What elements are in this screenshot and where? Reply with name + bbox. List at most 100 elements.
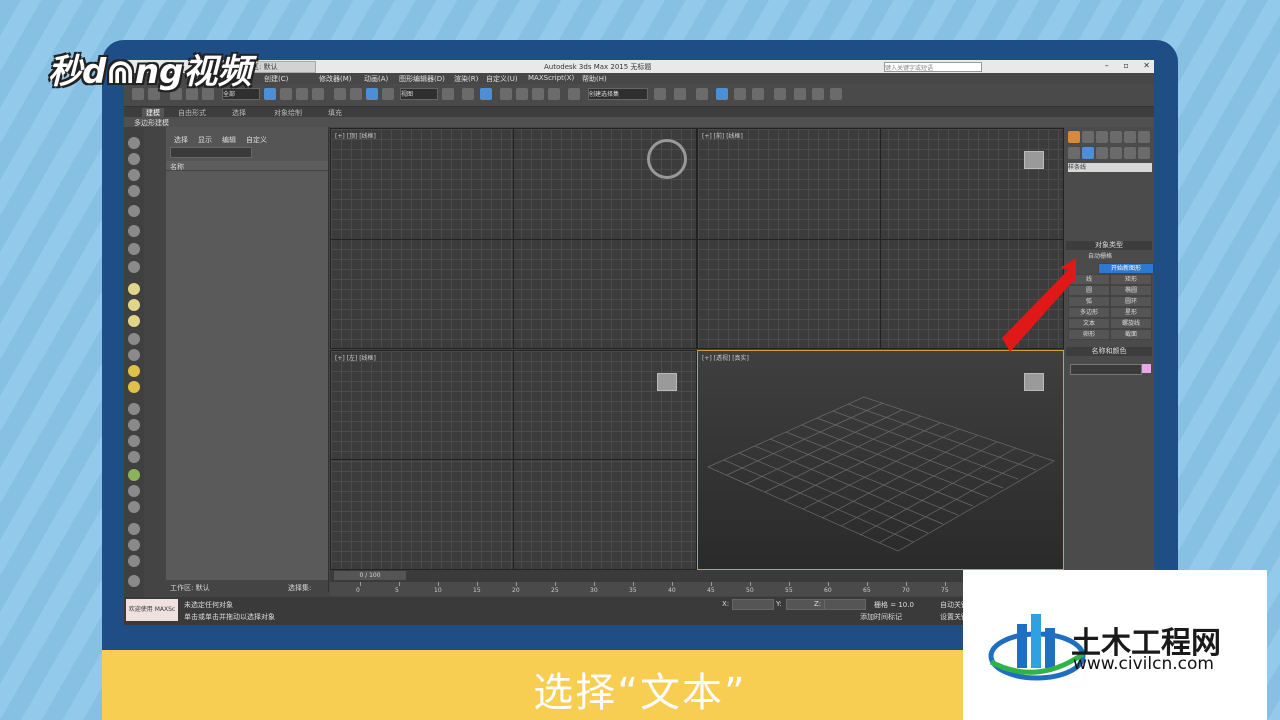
scene-find-input[interactable] xyxy=(170,147,252,158)
viewport-label[interactable]: [+] [左] [线框] xyxy=(335,353,376,362)
reference-coord-dropdown[interactable]: 视图 xyxy=(400,88,438,100)
close-icon[interactable]: ✕ xyxy=(1143,61,1150,70)
globe-icon[interactable] xyxy=(128,451,140,463)
omni-light-icon[interactable] xyxy=(128,381,140,393)
scene-menu-select[interactable]: 选择 xyxy=(174,135,188,145)
snaps-toggle-icon[interactable] xyxy=(500,88,512,100)
scene-menu-edit[interactable]: 编辑 xyxy=(222,135,236,145)
place-icon[interactable] xyxy=(382,88,394,100)
render-setup-icon[interactable] xyxy=(794,88,806,100)
systems-panel-icon[interactable] xyxy=(1138,147,1150,159)
scale-icon[interactable] xyxy=(366,88,378,100)
move-icon[interactable] xyxy=(334,88,346,100)
viewport-left[interactable]: [+] [左] [线框] xyxy=(330,350,697,570)
plant-icon[interactable] xyxy=(128,469,140,481)
helper-icon[interactable] xyxy=(128,225,140,237)
render-setup-side-icon[interactable] xyxy=(128,539,140,551)
x-coord-field[interactable] xyxy=(732,599,774,610)
start-new-shape-button[interactable]: 开始新图形 xyxy=(1098,263,1154,274)
box-icon[interactable] xyxy=(128,283,140,295)
star-button[interactable]: 星形 xyxy=(1110,307,1152,318)
toggle-icon[interactable] xyxy=(128,555,140,567)
pivot-icon[interactable] xyxy=(442,88,454,100)
geometry-icon[interactable] xyxy=(1068,147,1080,159)
lights-icon[interactable] xyxy=(1096,147,1108,159)
viewport-top[interactable]: [+] [顶] [线框] xyxy=(330,128,697,349)
window-crossing-icon[interactable] xyxy=(312,88,324,100)
donut-button[interactable]: 圆环 xyxy=(1110,296,1152,307)
character-icon[interactable] xyxy=(128,485,140,497)
layer-icon[interactable] xyxy=(128,169,140,181)
minimize-icon[interactable]: – xyxy=(1105,61,1109,70)
phone-icon[interactable] xyxy=(128,575,140,587)
viewcube-icon[interactable] xyxy=(1024,373,1044,391)
material-editor-icon[interactable] xyxy=(774,88,786,100)
hierarchy-tab-icon[interactable] xyxy=(1096,131,1108,143)
select-manipulate-icon[interactable] xyxy=(462,88,474,100)
object-type-rollout[interactable]: 对象类型 xyxy=(1066,241,1152,250)
scene-object-list[interactable] xyxy=(166,171,328,589)
hair-icon[interactable] xyxy=(128,403,140,415)
add-time-tag[interactable]: 添加时间标记 xyxy=(860,612,902,622)
paint-icon[interactable] xyxy=(128,419,140,431)
eye-icon[interactable] xyxy=(128,137,140,149)
display-tab-icon[interactable] xyxy=(1124,131,1136,143)
menu-help[interactable]: 帮助(H) xyxy=(582,74,607,84)
ellipse-button[interactable]: 椭圆 xyxy=(1110,285,1152,296)
maximize-icon[interactable]: ▫ xyxy=(1123,61,1128,70)
percent-snap-icon[interactable] xyxy=(532,88,544,100)
keyboard-shortcut-icon[interactable] xyxy=(480,88,492,100)
spinner-snap-icon[interactable] xyxy=(548,88,560,100)
search-input[interactable]: 键入关键字或短语 xyxy=(884,62,982,72)
scene-menu-customize[interactable]: 自定义 xyxy=(246,135,267,145)
y-coord-field[interactable] xyxy=(786,599,828,610)
menu-customize[interactable]: 自定义(U) xyxy=(486,74,518,84)
rotate-icon[interactable] xyxy=(350,88,362,100)
sphere-render-icon[interactable] xyxy=(128,523,140,535)
shape-category-dropdown[interactable]: 样条线 xyxy=(1068,163,1152,172)
crowd-icon[interactable] xyxy=(128,501,140,513)
menu-create[interactable]: 创建(C) xyxy=(264,74,288,84)
viewport-label[interactable]: [+] [前] [线框] xyxy=(702,131,743,140)
table-icon[interactable] xyxy=(128,185,140,197)
menu-maxscript[interactable]: MAXScript(X) xyxy=(528,74,574,82)
cylinder-icon[interactable] xyxy=(128,315,140,327)
viewcube-icon[interactable] xyxy=(647,139,687,179)
display-icon[interactable] xyxy=(128,153,140,165)
sphere-icon[interactable] xyxy=(128,299,140,311)
align-icon[interactable] xyxy=(674,88,686,100)
light-icon[interactable] xyxy=(128,205,140,217)
helpers-icon[interactable] xyxy=(1124,147,1136,159)
cone-icon[interactable] xyxy=(128,349,140,361)
mirror-icon[interactable] xyxy=(654,88,666,100)
biped-icon[interactable] xyxy=(128,435,140,447)
time-slider[interactable]: 0 / 100 xyxy=(330,570,1064,582)
menu-animation[interactable]: 动画(A) xyxy=(364,74,388,84)
menu-graph-editors[interactable]: 图形编辑器(D) xyxy=(399,74,445,84)
scene-explorer-icon[interactable] xyxy=(716,88,728,100)
viewport-label[interactable]: [+] [顶] [线框] xyxy=(335,131,376,140)
edit-named-sel-icon[interactable] xyxy=(568,88,580,100)
menu-modifiers[interactable]: 修改器(M) xyxy=(319,74,352,84)
time-slider-handle[interactable]: 0 / 100 xyxy=(334,571,406,580)
spacewarp-icon[interactable] xyxy=(128,243,140,255)
cameras-icon[interactable] xyxy=(1110,147,1122,159)
teapot-icon[interactable] xyxy=(128,333,140,345)
named-selection-dropdown[interactable]: 创建选择集 xyxy=(588,88,648,100)
modify-tab-icon[interactable] xyxy=(1082,131,1094,143)
object-name-input[interactable] xyxy=(1070,364,1142,375)
viewcube-icon[interactable] xyxy=(1024,151,1044,169)
helix-button[interactable]: 螺旋线 xyxy=(1110,318,1152,329)
create-tab-icon[interactable] xyxy=(1068,131,1080,143)
systems-icon[interactable] xyxy=(128,261,140,273)
motion-tab-icon[interactable] xyxy=(1110,131,1122,143)
viewport-perspective[interactable]: [+] [透视] [真实] xyxy=(697,350,1064,570)
render-icon[interactable] xyxy=(830,88,842,100)
curve-editor-icon[interactable] xyxy=(752,88,764,100)
z-coord-field[interactable] xyxy=(824,599,866,610)
rectangle-button[interactable]: 矩形 xyxy=(1110,274,1152,285)
graphite-ribbon-icon[interactable] xyxy=(734,88,746,100)
auto-grid-checkbox[interactable]: 自动栅格 xyxy=(1088,251,1112,260)
scene-menu-display[interactable]: 显示 xyxy=(198,135,212,145)
maxscript-listener[interactable]: 欢迎使用 MAXSc xyxy=(126,599,178,621)
